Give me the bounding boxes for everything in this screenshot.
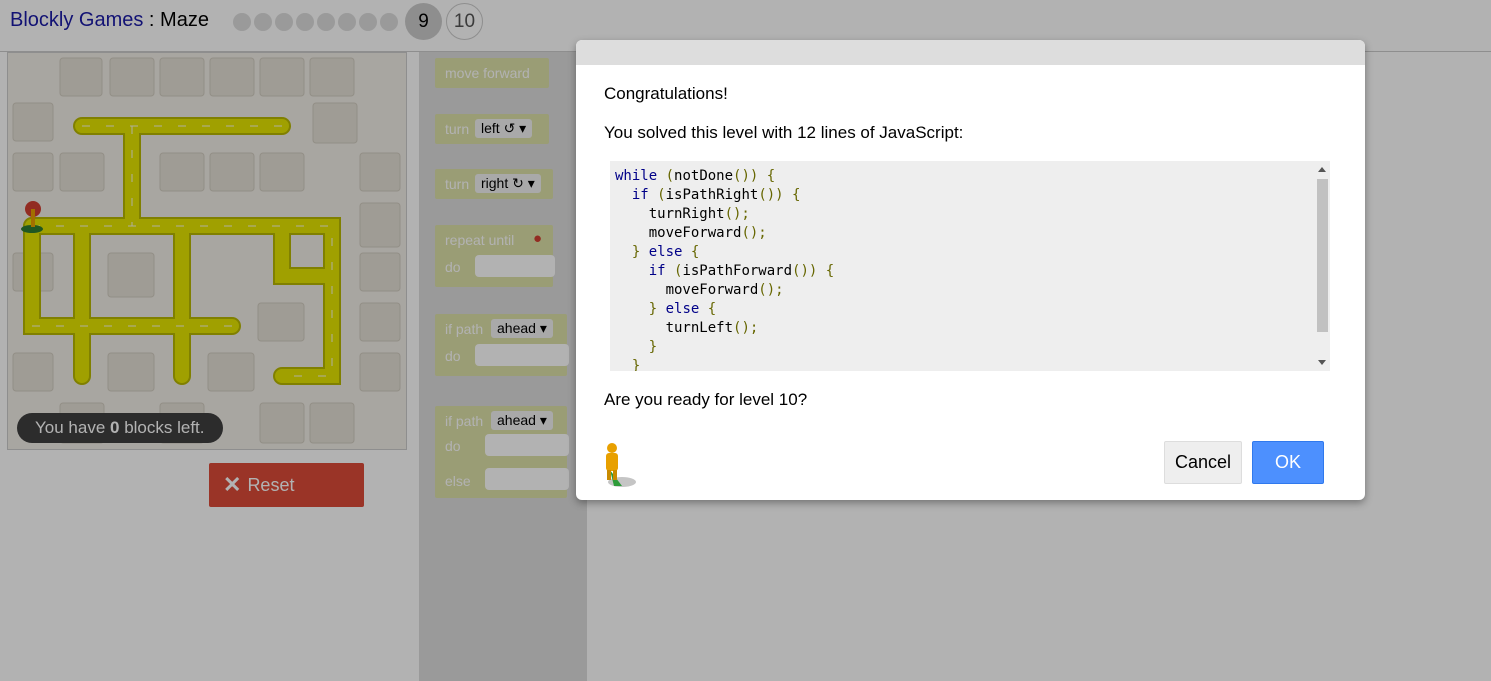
code-listing[interactable]: while (notDone()) { if (isPathRight()) {… — [610, 161, 1330, 371]
congratulations-dialog: Congratulations! You solved this level w… — [576, 40, 1365, 500]
code-line: turnRight(); — [648, 206, 750, 222]
scroll-thumb[interactable] — [1317, 179, 1328, 332]
code-line: } — [648, 339, 658, 355]
scroll-down-icon[interactable] — [1318, 360, 1326, 365]
dialog-title: Congratulations! — [604, 84, 728, 103]
code-line: moveForward(); — [648, 225, 767, 241]
dialog-title-bar[interactable] — [576, 40, 1365, 65]
code-line: moveForward(); — [665, 282, 784, 298]
code-line: } else { — [631, 244, 700, 260]
code-line: turnLeft(); — [665, 320, 759, 336]
code-line: } else { — [648, 301, 717, 317]
code-line: while (notDone()) { — [615, 168, 776, 184]
code-line: } — [631, 358, 641, 371]
dialog-message: You solved this level with 12 lines of J… — [604, 123, 964, 142]
pegman-icon — [606, 443, 636, 487]
code-line: if (isPathForward()) { — [648, 263, 835, 279]
cancel-button[interactable]: Cancel — [1164, 441, 1242, 484]
code-scrollbar[interactable] — [1315, 161, 1330, 371]
scroll-up-icon[interactable] — [1318, 167, 1326, 172]
dialog-question: Are you ready for level 10? — [604, 390, 808, 409]
code-text: while (notDone()) { if (isPathRight()) {… — [610, 161, 1330, 371]
ok-button[interactable]: OK — [1252, 441, 1324, 484]
code-line: if (isPathRight()) { — [631, 187, 801, 203]
